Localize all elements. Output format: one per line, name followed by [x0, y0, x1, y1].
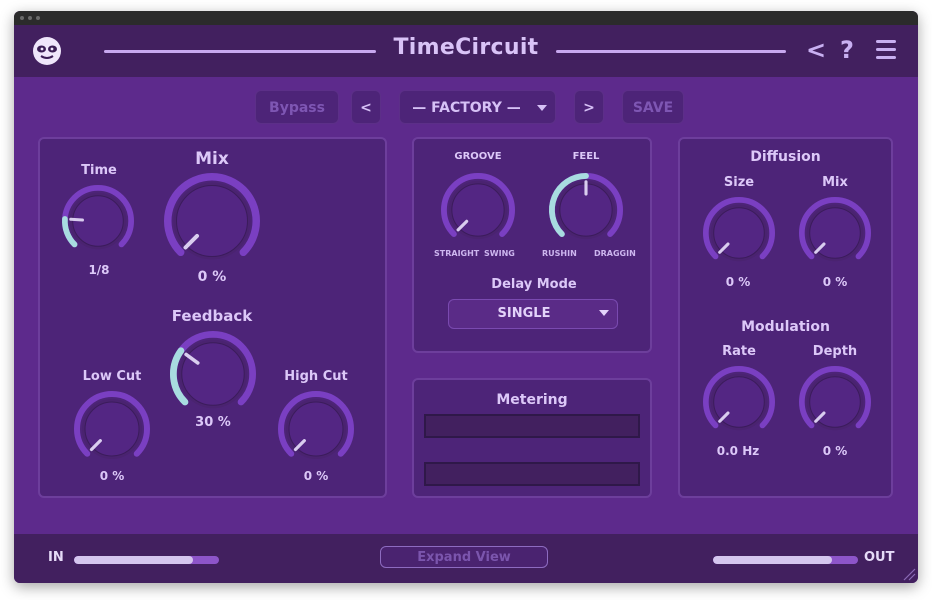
- plugin-footer: IN Expand View OUT: [14, 534, 918, 583]
- input-meter: [74, 556, 219, 564]
- feel-draggin-label: DRAGGIN: [594, 249, 636, 258]
- modulation-rate-value: 0.0 Hz: [716, 444, 760, 458]
- groove-straight-label: STRAIGHT: [434, 249, 480, 258]
- preset-label: — FACTORY —: [412, 100, 521, 116]
- window-titlebar: [14, 11, 918, 25]
- output-meter-fill: [713, 556, 832, 564]
- output-label: OUT: [864, 550, 895, 565]
- delay-mode-label: Delay Mode: [491, 277, 577, 292]
- title-line-right: [556, 50, 786, 53]
- mix-value: 0 %: [197, 269, 227, 285]
- modulation-rate-label: Rate: [722, 344, 756, 359]
- groove-label: GROOVE: [454, 151, 502, 162]
- modulation-depth-knob[interactable]: [797, 364, 873, 440]
- chevron-down-icon: [537, 105, 547, 111]
- metering-title: Metering: [496, 392, 568, 408]
- feel-label: FEEL: [572, 151, 600, 162]
- modulation-depth-label: Depth: [812, 344, 858, 359]
- delay-mode-value: SINGLE: [497, 306, 551, 321]
- title-line-left: [104, 50, 376, 53]
- feedback-knob[interactable]: [168, 329, 258, 419]
- low-cut-label: Low Cut: [82, 369, 142, 384]
- prev-preset-button[interactable]: <: [351, 90, 381, 124]
- back-icon[interactable]: <: [806, 36, 826, 64]
- delay-mode-dropdown[interactable]: SINGLE: [448, 299, 618, 329]
- modulation-title: Modulation: [741, 319, 830, 335]
- diffusion-panel: Diffusion Size 0 % Mix 0 % Modulation Ra…: [678, 137, 893, 498]
- output-meter: [713, 556, 858, 564]
- zoom-dot[interactable]: [36, 16, 40, 20]
- knob-face: [181, 342, 245, 406]
- feedback-label: Feedback: [171, 307, 253, 325]
- groove-swing-label: SWING: [484, 249, 515, 258]
- bypass-button[interactable]: Bypass: [255, 90, 339, 124]
- low-cut-knob[interactable]: [72, 389, 152, 469]
- mix-knob[interactable]: [162, 171, 262, 271]
- high-cut-knob[interactable]: [276, 389, 356, 469]
- groove-panel: GROOVE STRAIGHT SWING FEEL RUSHIN DRAGGI…: [412, 137, 652, 353]
- diffusion-size-knob[interactable]: [701, 195, 777, 271]
- save-button[interactable]: SAVE: [622, 90, 684, 124]
- logo-icon: [33, 37, 61, 65]
- modulation-rate-knob[interactable]: [701, 364, 777, 440]
- high-cut-label: High Cut: [284, 369, 348, 384]
- plugin-window: TimeCircuit < ? Bypass < — FACTORY — > S…: [14, 11, 918, 583]
- input-meter-fill: [74, 556, 193, 564]
- diffusion-mix-label: Mix: [822, 175, 848, 190]
- feedback-value: 30 %: [195, 415, 231, 430]
- menu-icon[interactable]: [876, 40, 896, 60]
- mix-label: Mix: [195, 149, 229, 169]
- app-title: TimeCircuit: [393, 35, 539, 60]
- feel-knob[interactable]: [547, 171, 625, 249]
- expand-view-button[interactable]: Expand View: [380, 546, 548, 568]
- minimize-dot[interactable]: [28, 16, 32, 20]
- time-label: Time: [81, 163, 117, 178]
- high-cut-value: 0 %: [303, 469, 329, 483]
- diffusion-mix-value: 0 %: [822, 275, 848, 289]
- help-icon[interactable]: ?: [840, 36, 854, 64]
- modulation-depth-value: 0 %: [822, 444, 848, 458]
- diffusion-size-label: Size: [723, 175, 755, 190]
- plugin-header: TimeCircuit < ?: [14, 25, 918, 77]
- close-dot[interactable]: [20, 16, 24, 20]
- knob-pointer: [69, 217, 84, 222]
- input-label: IN: [48, 550, 64, 565]
- next-preset-button[interactable]: >: [574, 90, 604, 124]
- delay-panel: Time 1/8 Mix 0 % Feedback 30 % Low Cut 0…: [38, 137, 387, 498]
- time-value: 1/8: [88, 263, 110, 277]
- resize-handle-icon[interactable]: [900, 565, 916, 581]
- groove-knob[interactable]: [439, 171, 517, 249]
- diffusion-size-value: 0 %: [725, 275, 751, 289]
- preset-dropdown[interactable]: — FACTORY —: [399, 90, 556, 124]
- chevron-down-icon: [599, 310, 609, 316]
- meter-bar-left: [424, 414, 640, 438]
- metering-panel: Metering: [412, 378, 652, 498]
- feel-rushin-label: RUSHIN: [542, 249, 577, 258]
- diffusion-mix-knob[interactable]: [797, 195, 873, 271]
- time-knob[interactable]: [60, 183, 136, 259]
- low-cut-value: 0 %: [99, 469, 125, 483]
- meter-bar-right: [424, 462, 640, 486]
- diffusion-title: Diffusion: [750, 149, 821, 165]
